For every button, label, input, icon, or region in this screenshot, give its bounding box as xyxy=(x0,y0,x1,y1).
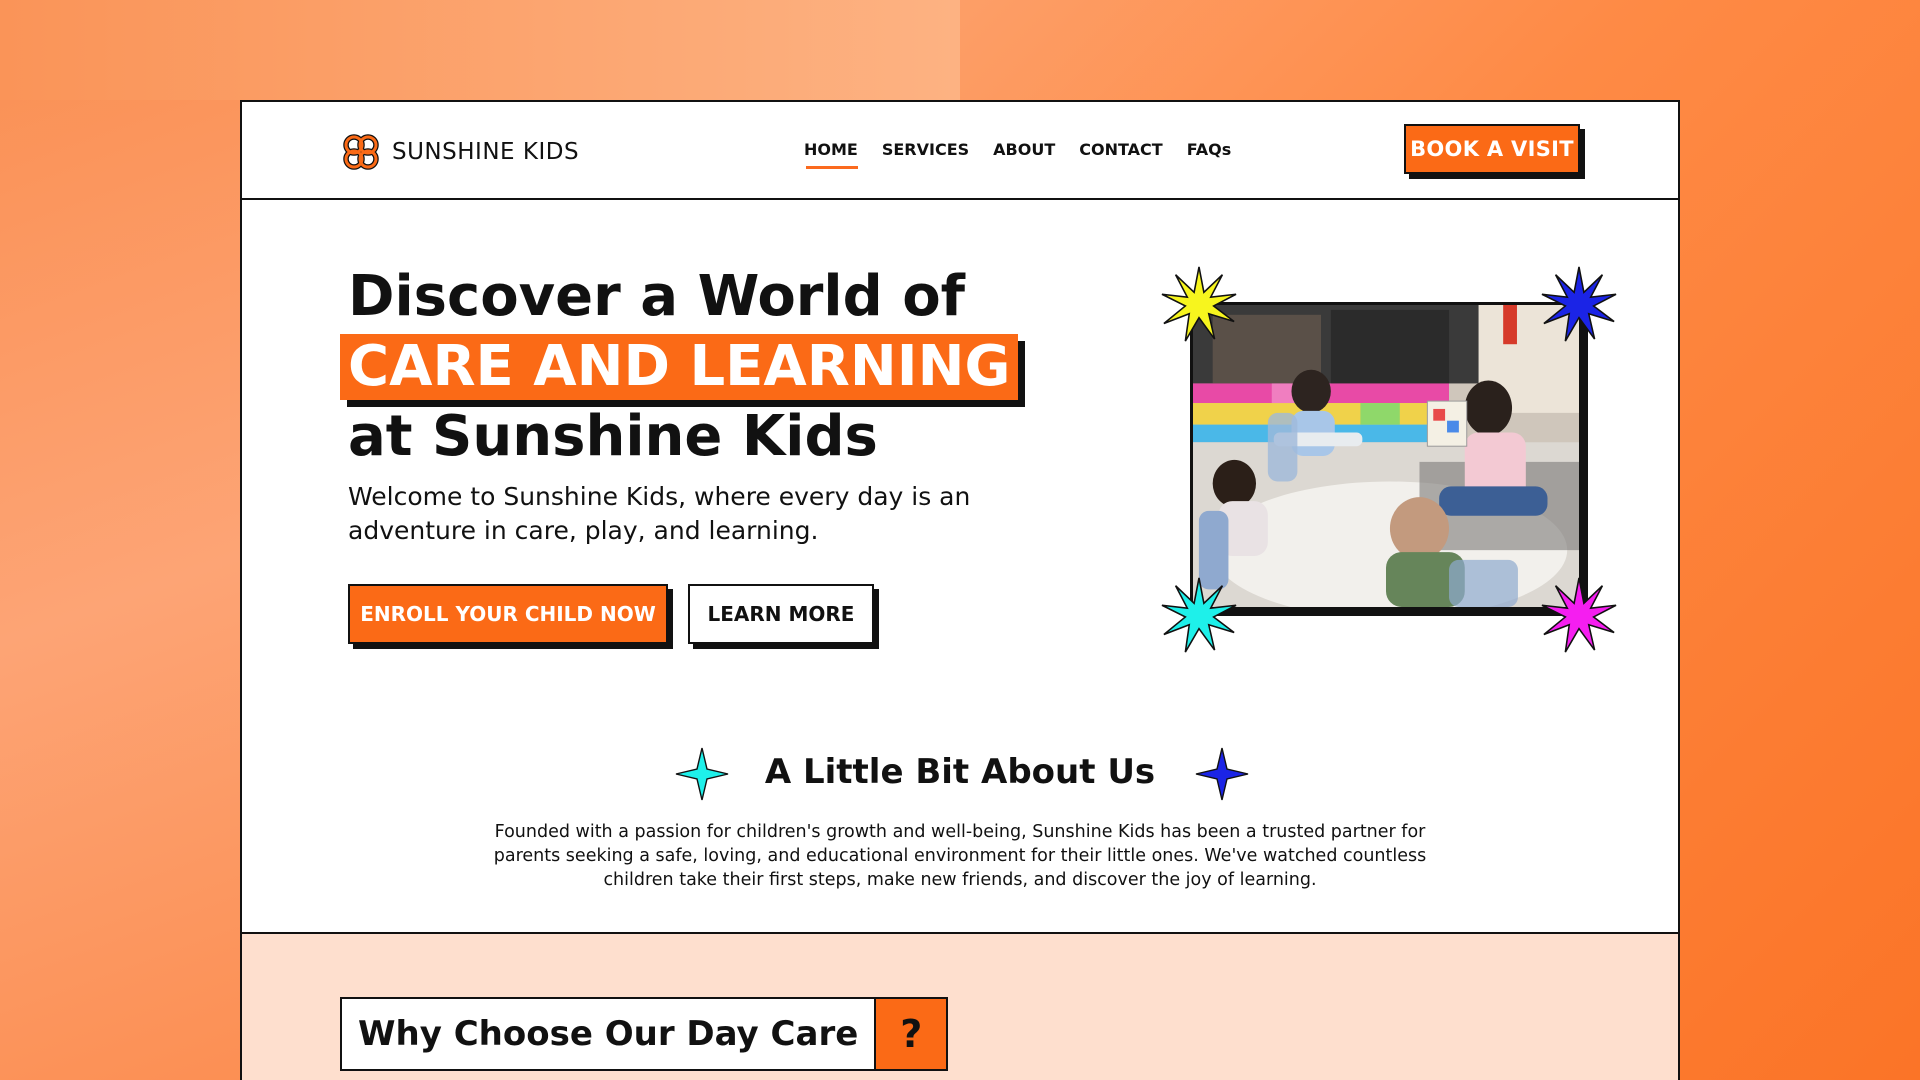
yellow-burst-star-icon xyxy=(1161,266,1237,342)
site-header: SUNSHINE KIDS HOME SERVICES ABOUT CONTAC… xyxy=(242,102,1678,200)
hero-line-1: Discover a World of xyxy=(348,264,966,329)
about-paragraph: Founded with a passion for children's gr… xyxy=(493,822,1427,890)
question-mark-badge: ? xyxy=(874,999,947,1069)
about-title: A Little Bit About Us xyxy=(764,752,1156,792)
magenta-burst-star-icon xyxy=(1541,577,1617,653)
nav-faqs[interactable]: FAQs xyxy=(1187,140,1232,169)
hero-highlight: CARE AND LEARNING xyxy=(340,334,1019,400)
why-choose-section: Why Choose Our Day Care ? xyxy=(242,932,1678,1080)
book-a-visit-button[interactable]: BOOK A VISIT xyxy=(1404,124,1580,174)
main-nav: HOME SERVICES ABOUT CONTACT FAQs xyxy=(804,140,1231,169)
blue-burst-star-icon xyxy=(1541,266,1617,342)
hero-photo xyxy=(1190,302,1582,610)
hero-subtitle: Welcome to Sunshine Kids, where every da… xyxy=(348,482,971,545)
nav-about[interactable]: ABOUT xyxy=(993,140,1055,169)
nav-services[interactable]: SERVICES xyxy=(882,140,969,169)
why-choose-title: Why Choose Our Day Care xyxy=(358,1014,859,1054)
learn-more-button[interactable]: LEARN MORE xyxy=(688,584,874,644)
nav-contact[interactable]: CONTACT xyxy=(1079,140,1162,169)
nav-home[interactable]: HOME xyxy=(804,140,858,169)
brand-logo[interactable]: SUNSHINE KIDS xyxy=(340,131,579,173)
background-top-strip xyxy=(0,0,960,100)
brand-name: SUNSHINE KIDS xyxy=(392,139,580,165)
hero-line-3: at Sunshine Kids xyxy=(348,404,878,469)
sunshine-logo-icon xyxy=(343,134,379,170)
hero-heading: Discover a World of CARE AND LEARNING at… xyxy=(340,262,1019,472)
website-frame: SUNSHINE KIDS HOME SERVICES ABOUT CONTAC… xyxy=(240,100,1680,1080)
enroll-child-button[interactable]: ENROLL YOUR CHILD NOW xyxy=(348,584,668,644)
cyan-burst-star-icon xyxy=(1161,577,1237,653)
classroom-illustration xyxy=(1193,305,1579,607)
why-choose-heading-box: Why Choose Our Day Care ? xyxy=(340,997,949,1071)
